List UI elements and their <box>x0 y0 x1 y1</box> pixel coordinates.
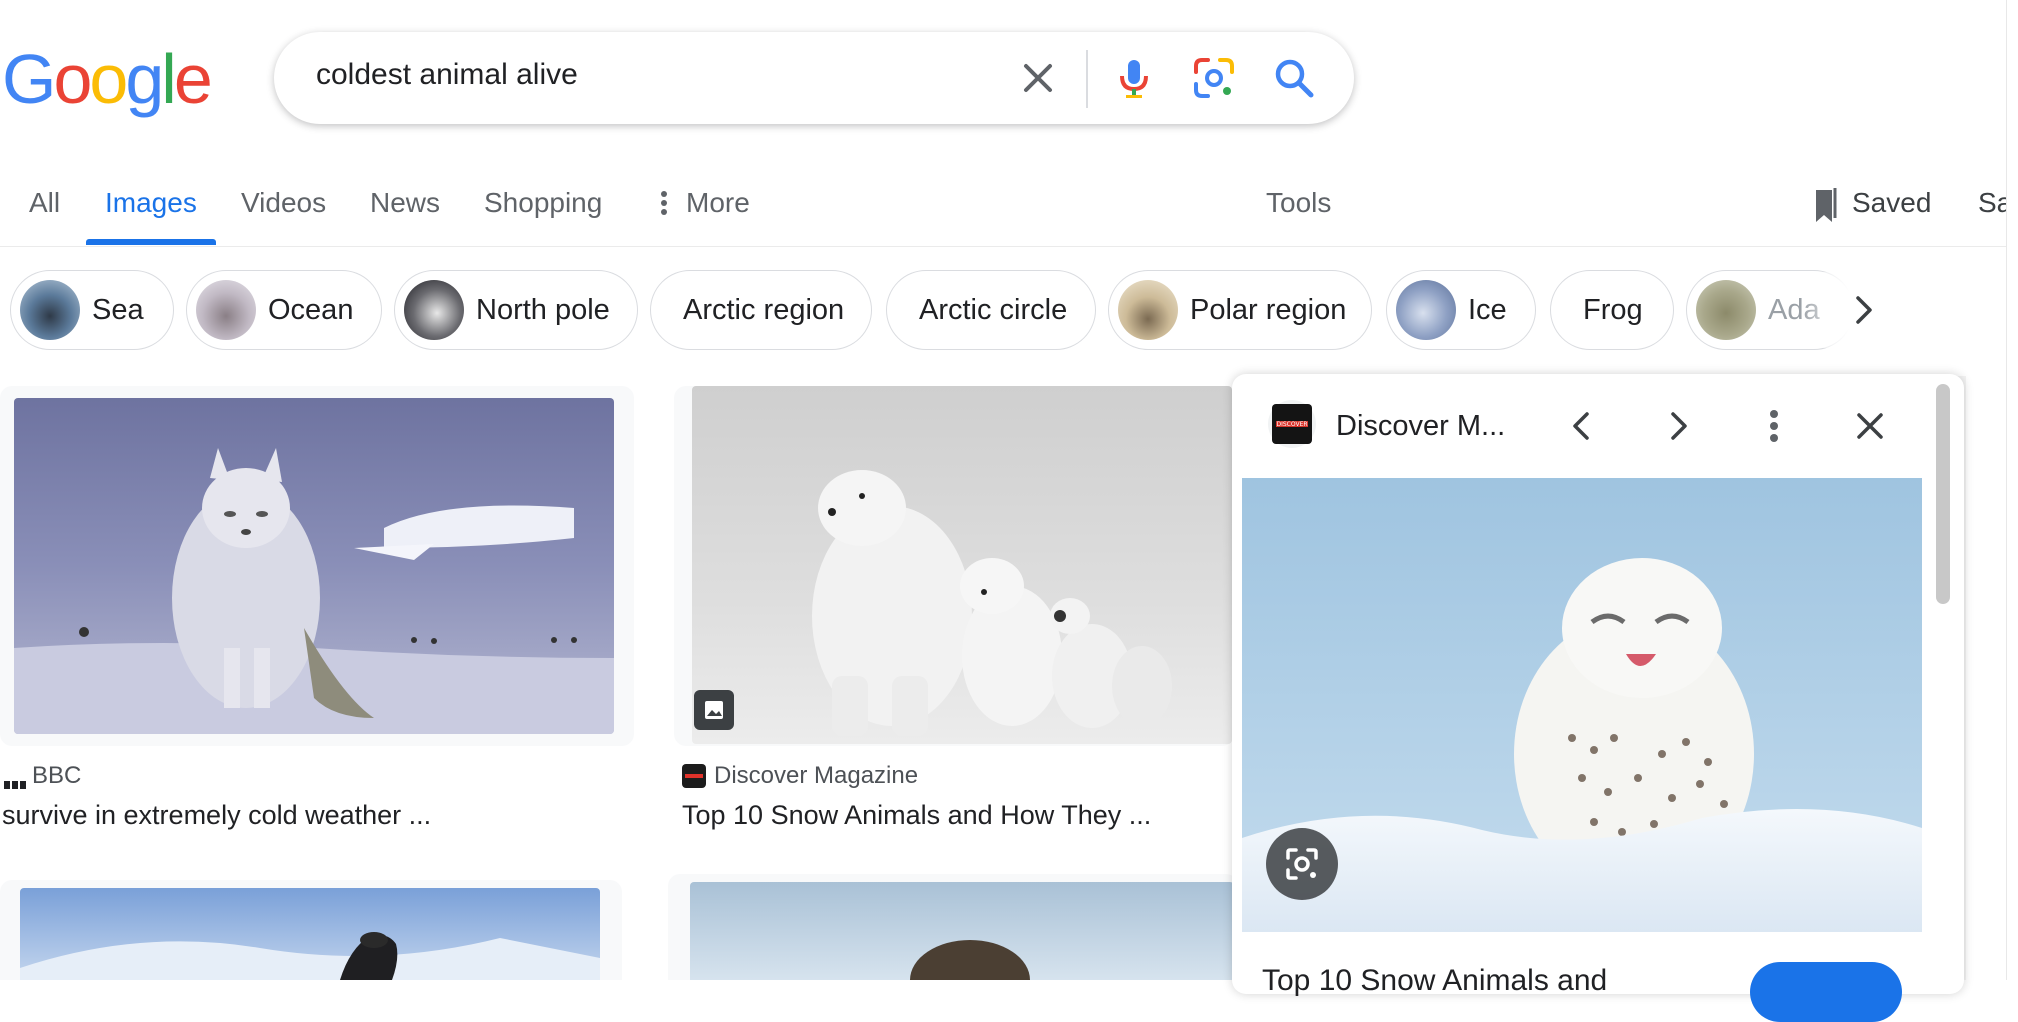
panel-result-title: Top 10 Snow Animals and <box>1262 964 1608 997</box>
result-image-seal[interactable] <box>690 882 1234 980</box>
panel-scrollbar-thumb[interactable] <box>1936 384 1950 604</box>
panel-source-title[interactable]: Discover M... <box>1336 410 1505 443</box>
tab-more-label: More <box>686 187 750 218</box>
chip-thumbnail <box>404 280 464 340</box>
result-title[interactable]: survive in extremely cold weather ... <box>2 800 431 831</box>
google-logo[interactable]: Google <box>2 44 213 114</box>
source-name: BBC <box>32 762 82 789</box>
chip-label: Arctic region <box>683 293 845 326</box>
chip-north-pole[interactable]: North pole <box>394 270 638 350</box>
source-name: Discover Magazine <box>714 762 919 789</box>
lens-search-icon[interactable] <box>1266 828 1338 900</box>
chip-thumbnail <box>1696 280 1756 340</box>
discover-logo-text: DISCOVER <box>1276 421 1307 428</box>
chip-ice[interactable]: Ice <box>1386 270 1536 350</box>
chip-arctic-region[interactable]: Arctic region <box>650 270 872 350</box>
page-scrollbar[interactable] <box>2006 0 2018 980</box>
chip-polar-region[interactable]: Polar region <box>1108 270 1372 350</box>
tab-shopping[interactable]: Shopping <box>484 178 602 248</box>
chevron-right-icon[interactable] <box>1840 286 1888 334</box>
chip-label: Ice <box>1468 293 1507 326</box>
search-icon[interactable] <box>1270 54 1318 102</box>
discover-logo-icon <box>682 764 706 788</box>
tab-news[interactable]: News <box>370 178 440 248</box>
chip-arctic-circle[interactable]: Arctic circle <box>886 270 1096 350</box>
chip-label: Sea <box>92 293 144 326</box>
chip-thumbnail <box>196 280 256 340</box>
discover-logo-icon: DISCOVER <box>1268 400 1316 448</box>
search-input[interactable]: coldest animal alive <box>316 58 578 92</box>
search-divider <box>1086 50 1088 108</box>
close-icon[interactable] <box>1014 54 1062 102</box>
chip-thumbnail <box>1118 280 1178 340</box>
chip-ocean[interactable]: Ocean <box>186 270 382 350</box>
tab-videos[interactable]: Videos <box>241 178 326 248</box>
vertical-dots-icon[interactable] <box>1750 402 1798 450</box>
chevron-left-icon[interactable] <box>1558 402 1606 450</box>
chip-label: Arctic circle <box>919 293 1068 326</box>
result-image-polar-bears[interactable] <box>692 386 1232 744</box>
bookmark-icon <box>1808 178 1844 228</box>
saved-button[interactable]: Saved <box>1808 178 1931 248</box>
close-icon[interactable] <box>1846 402 1894 450</box>
tab-images[interactable]: Images <box>105 178 197 248</box>
tab-all[interactable]: All <box>29 178 60 248</box>
preview-image-snowy-owl[interactable] <box>1242 478 1922 932</box>
google-lens-icon[interactable] <box>1190 54 1238 102</box>
chip-frog[interactable]: Frog <box>1550 270 1674 350</box>
chip-label: North pole <box>476 293 610 326</box>
result-image-penguins[interactable] <box>20 888 600 980</box>
chip-label: Frog <box>1583 293 1643 326</box>
chip-label: Polar region <box>1190 293 1347 326</box>
chip-thumbnail <box>1396 280 1456 340</box>
visit-button[interactable] <box>1750 962 1902 1022</box>
microphone-icon[interactable] <box>1110 54 1158 102</box>
result-title[interactable]: Top 10 Snow Animals and How They ... <box>682 800 1151 831</box>
tools-button[interactable]: Tools <box>1266 178 1331 248</box>
image-icon[interactable] <box>694 690 734 730</box>
chip-sea[interactable]: Sea <box>10 270 174 350</box>
tabs-divider <box>0 246 2006 247</box>
chip-label: Ocean <box>268 293 354 326</box>
result-image-arctic-fox[interactable] <box>14 398 614 734</box>
search-box[interactable]: coldest animal alive <box>274 32 1354 124</box>
active-tab-indicator <box>86 239 216 245</box>
chip-thumbnail <box>20 280 80 340</box>
saved-label: Saved <box>1852 187 1932 218</box>
vertical-dots-icon <box>652 178 674 228</box>
image-preview-panel: DISCOVER Discover M... Top 10 Snow Anima… <box>1232 374 1964 1022</box>
result-source-bbc[interactable]: BBC <box>4 762 81 790</box>
chevron-right-icon[interactable] <box>1654 402 1702 450</box>
bbc-logo-icon <box>4 770 26 789</box>
result-source-discover[interactable]: Discover Magazine <box>682 762 918 790</box>
tab-more[interactable]: More <box>652 178 750 248</box>
